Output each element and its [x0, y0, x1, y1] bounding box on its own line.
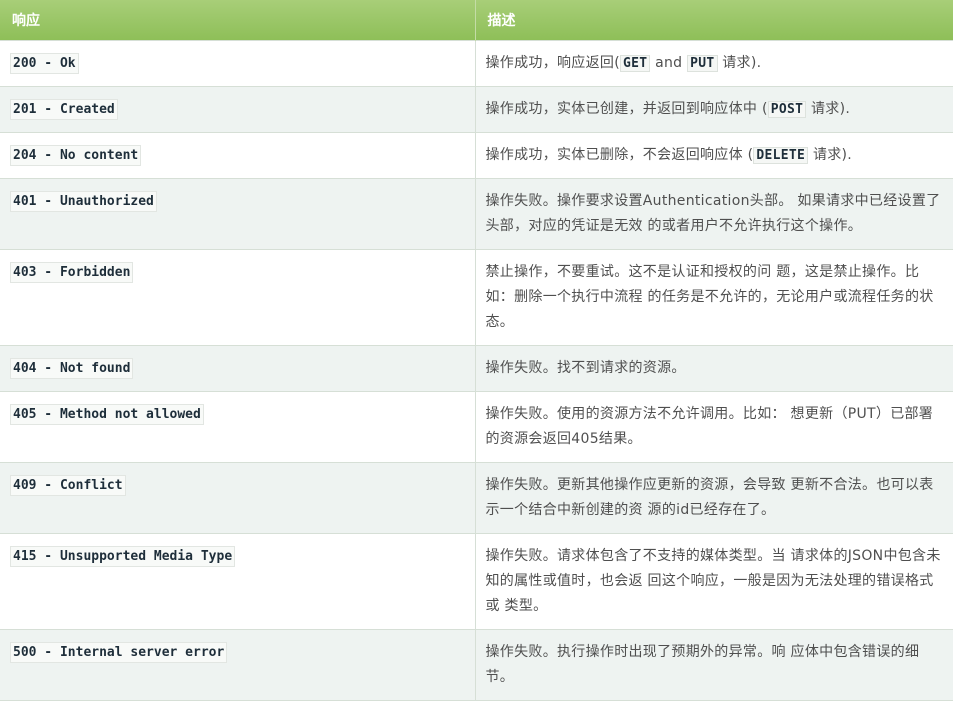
- table-row: 200 - Ok 操作成功，响应返回(GET and PUT 请求).: [0, 40, 953, 87]
- table-row: 500 - Internal server error 操作失败。执行操作时出现…: [0, 629, 953, 701]
- response-cell: 409 - Conflict: [0, 462, 476, 534]
- response-cell: 415 - Unsupported Media Type: [0, 533, 476, 630]
- inline-code: PUT: [687, 55, 718, 72]
- description-cell: 操作失败。使用的资源方法不允许调用。比如： 想更新（PUT）已部署的资源会返回4…: [475, 391, 953, 463]
- description-cell: 操作失败。找不到请求的资源。: [475, 345, 953, 392]
- response-cell: 200 - Ok: [0, 40, 476, 87]
- description-cell: 操作成功，响应返回(GET and PUT 请求).: [475, 40, 953, 87]
- response-cell: 404 - Not found: [0, 345, 476, 392]
- description-text: 操作成功，实体已创建，并返回到响应体中 (: [485, 101, 768, 117]
- status-code: 204 - No content: [10, 145, 142, 166]
- inline-code: POST: [767, 101, 807, 118]
- description-text: and: [650, 55, 688, 71]
- status-code: 201 - Created: [10, 99, 118, 120]
- response-cell: 403 - Forbidden: [0, 249, 476, 346]
- table-row: 415 - Unsupported Media Type 操作失败。请求体包含了…: [0, 533, 953, 630]
- description-text: 操作成功，响应返回(: [485, 55, 620, 71]
- status-code: 404 - Not found: [10, 358, 134, 379]
- status-code: 409 - Conflict: [10, 475, 126, 496]
- description-cell: 操作成功，实体已创建，并返回到响应体中 (POST 请求).: [475, 86, 953, 133]
- status-code: 405 - Method not allowed: [10, 404, 204, 425]
- inline-code: GET: [619, 55, 651, 72]
- response-cell: 204 - No content: [0, 132, 476, 179]
- description-cell: 操作失败。请求体包含了不支持的媒体类型。当 请求体的JSON中包含未知的属性或值…: [475, 533, 953, 630]
- description-text: 请求).: [717, 55, 762, 71]
- table-row: 409 - Conflict 操作失败。更新其他操作应更新的资源，会导致 更新不…: [0, 462, 953, 534]
- description-text: 请求).: [808, 147, 853, 163]
- table-row: 204 - No content 操作成功，实体已删除，不会返回响应体 (DEL…: [0, 132, 953, 179]
- table-row: 403 - Forbidden 禁止操作，不要重试。这不是认证和授权的问 题，这…: [0, 249, 953, 346]
- description-cell: 禁止操作，不要重试。这不是认证和授权的问 题，这是禁止操作。比如：删除一个执行中…: [475, 249, 953, 346]
- header-response: 响应: [0, 0, 476, 41]
- header-description: 描述: [475, 0, 953, 41]
- table-row: 404 - Not found 操作失败。找不到请求的资源。: [0, 345, 953, 392]
- description-cell: 操作成功，实体已删除，不会返回响应体 (DELETE 请求).: [475, 132, 953, 179]
- description-cell: 操作失败。操作要求设置Authentication头部。 如果请求中已经设置了头…: [475, 178, 953, 250]
- status-code: 500 - Internal server error: [10, 642, 228, 663]
- response-cell: 401 - Unauthorized: [0, 178, 476, 250]
- table-row: 405 - Method not allowed 操作失败。使用的资源方法不允许…: [0, 391, 953, 463]
- response-codes-table: 响应 描述 200 - Ok 操作成功，响应返回(GET and PUT 请求)…: [0, 0, 953, 701]
- status-code: 200 - Ok: [10, 53, 79, 74]
- table-row: 201 - Created 操作成功，实体已创建，并返回到响应体中 (POST …: [0, 86, 953, 133]
- response-cell: 201 - Created: [0, 86, 476, 133]
- description-cell: 操作失败。更新其他操作应更新的资源，会导致 更新不合法。也可以表示一个结合中新创…: [475, 462, 953, 534]
- description-cell: 操作失败。执行操作时出现了预期外的异常。响 应体中包含错误的细节。: [475, 629, 953, 701]
- status-code: 415 - Unsupported Media Type: [10, 546, 236, 567]
- response-cell: 500 - Internal server error: [0, 629, 476, 701]
- description-text: 操作成功，实体已删除，不会返回响应体 (: [485, 147, 754, 163]
- description-text: 请求).: [806, 101, 851, 117]
- table-row: 401 - Unauthorized 操作失败。操作要求设置Authentica…: [0, 178, 953, 250]
- response-cell: 405 - Method not allowed: [0, 391, 476, 463]
- inline-code: DELETE: [753, 147, 809, 164]
- status-code: 401 - Unauthorized: [10, 191, 157, 212]
- status-code: 403 - Forbidden: [10, 262, 134, 283]
- table-header-row: 响应 描述: [0, 0, 953, 41]
